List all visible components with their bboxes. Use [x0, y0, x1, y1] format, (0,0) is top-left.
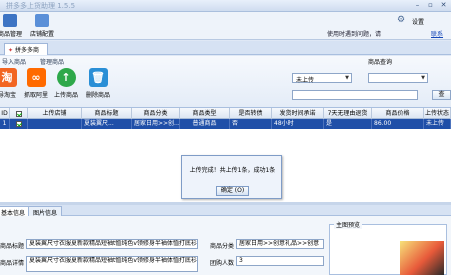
alibaba-icon: ∞	[26, 68, 46, 87]
upload-products-button[interactable]: ↑ 上传商品	[53, 68, 79, 99]
row-checkbox[interactable]	[15, 120, 22, 127]
cell-id: 1	[0, 119, 10, 129]
select-all-checkbox[interactable]	[15, 110, 22, 117]
product-manage-icon	[3, 14, 17, 27]
upload-products-label: 上传商品	[53, 92, 78, 99]
window-controls: – ▫ ✕	[412, 1, 449, 10]
query-button[interactable]: 查	[432, 90, 451, 100]
tab-icon: ✦	[8, 47, 14, 54]
document-tabs: ✦拼多多商品	[0, 41, 451, 63]
col-shop[interactable]: 上传店铺	[28, 108, 82, 119]
col-price[interactable]: 商品价格	[372, 108, 424, 119]
tab-basic-info[interactable]: 基本信息	[0, 206, 31, 217]
ribbon: 导入商品 管理商品 淘 导淘宝 ∞ 抓取阿里 ↑ 上传商品 🗑 删除商品 商品查…	[0, 56, 451, 108]
table-row[interactable]: 1 夏装翼尺... 居家日用>>创... 普通商品 否 48小时 是 86.00…	[0, 119, 451, 129]
col-ship-promise[interactable]: 发货时间承诺	[272, 108, 324, 119]
title-field[interactable]: 夏装翼尺寸衣服夏新款精品短袖t恤纯色v领修身半袖体恤打底衫男士衣	[26, 239, 198, 249]
contact-link[interactable]: 联系	[431, 29, 443, 38]
close-button[interactable]: ✕	[438, 1, 449, 10]
col-category[interactable]: 商品分类	[132, 108, 180, 119]
product-manage-tool[interactable]: 商品管理	[0, 14, 26, 38]
col-check[interactable]	[10, 108, 28, 119]
help-area: ⚙ 设置 使用时遇到问题，请 联系	[325, 15, 445, 39]
group-fetch-label: 导入商品	[2, 59, 27, 66]
cell-price: 86.00	[372, 119, 424, 129]
category-field[interactable]: 居家日用>>创意礼品>>创意	[236, 239, 324, 249]
col-upload-status[interactable]: 上传状态	[424, 108, 451, 119]
shop-config-icon	[35, 14, 49, 27]
delete-icon: 🗑	[88, 68, 108, 87]
minimize-button[interactable]: –	[412, 1, 423, 10]
col-id[interactable]: ID	[0, 108, 10, 119]
shop-config-tool[interactable]: 店铺配置	[26, 14, 58, 38]
title-bar: 拼多多上货助理 1.5.5 – ▫ ✕	[0, 0, 451, 12]
tab-image-info[interactable]: 图片信息	[28, 206, 63, 217]
col-presale[interactable]: 是否转债	[230, 108, 272, 119]
chevron-down-icon: ▼	[421, 75, 425, 81]
product-manage-label: 商品管理	[0, 31, 22, 38]
fetch-alibaba-label: 抓取阿里	[23, 92, 48, 99]
ok-button[interactable]: 确定 (O)	[216, 186, 249, 196]
fetch-alibaba-button[interactable]: ∞ 抓取阿里	[23, 68, 49, 99]
col-title[interactable]: 商品标题	[82, 108, 132, 119]
main-image-label: 主图预览	[334, 220, 363, 229]
dialog-message: 上传完成！共上传1条，成功1条	[189, 167, 276, 174]
col-7day-return[interactable]: 7天无理由退货	[324, 108, 372, 119]
import-taobao-button[interactable]: 淘 导淘宝	[0, 68, 20, 99]
grid-header: ID 上传店铺 商品标题 商品分类 商品类型 是否转债 发货时间承诺 7天无理由…	[0, 108, 451, 119]
delete-products-label: 删除商品	[85, 92, 110, 99]
detail-panel: 商品标题 夏装翼尺寸衣服夏新款精品短袖t恤纯色v领修身半袖体恤打底衫男士衣 商品…	[0, 216, 451, 275]
upload-icon: ↑	[56, 68, 76, 87]
top-toolbar: 商品管理 店铺配置 ⚙ 设置 使用时遇到问题，请 联系	[0, 12, 451, 40]
product-image[interactable]	[400, 241, 444, 275]
maximize-button[interactable]: ▫	[425, 1, 436, 10]
help-text: 使用时遇到问题，请	[327, 31, 382, 38]
group-manage-label: 管理商品	[40, 59, 65, 66]
upload-status-select[interactable]: 未上传 ▼	[292, 73, 352, 84]
desc-label: 商品详情	[0, 260, 25, 267]
group-size-field[interactable]: 3	[236, 256, 324, 266]
col-type[interactable]: 商品类型	[180, 108, 230, 119]
cell-check[interactable]	[10, 119, 28, 129]
query-field-select[interactable]: ▼	[368, 73, 428, 83]
tab-pdd-products[interactable]: ✦拼多多商品	[4, 43, 48, 63]
cell-presale: 否	[230, 119, 272, 129]
cell-type: 普通商品	[180, 119, 230, 129]
main-image-preview: 主图预览	[329, 220, 447, 275]
taobao-icon: 淘	[0, 68, 17, 87]
cell-upload-status: 未上传	[424, 119, 451, 129]
cell-shop	[28, 119, 82, 129]
import-taobao-label: 导淘宝	[0, 92, 16, 99]
shop-config-label: 店铺配置	[29, 31, 54, 38]
upload-status-value: 未上传	[296, 77, 315, 84]
upload-result-dialog: 上传完成！共上传1条，成功1条 确定 (O)	[181, 155, 282, 199]
category-label: 商品分类	[210, 243, 235, 250]
cell-ship-promise: 48小时	[272, 119, 324, 129]
settings-link[interactable]: 设置	[412, 17, 424, 26]
detail-tabs: 基本信息 图片信息	[0, 205, 451, 217]
cell-title: 夏装翼尺...	[82, 119, 132, 129]
cell-7day-return: 是	[324, 119, 372, 129]
cell-category: 居家日用>>创...	[134, 119, 180, 129]
group-size-label: 团购人数	[210, 260, 235, 267]
gear-icon[interactable]: ⚙	[397, 15, 405, 25]
group-query-label: 商品查询	[368, 59, 393, 66]
search-input[interactable]	[292, 90, 418, 100]
window-title: 拼多多上货助理 1.5.5	[6, 2, 76, 10]
desc-field[interactable]: 夏装翼尺寸衣服夏新款精品短袖t恤纯色v领修身半袖体恤打底衫男士衣	[26, 256, 198, 272]
chevron-down-icon: ▼	[345, 75, 349, 81]
delete-products-button[interactable]: 🗑 删除商品	[85, 68, 111, 99]
title-label: 商品标题	[0, 243, 25, 250]
